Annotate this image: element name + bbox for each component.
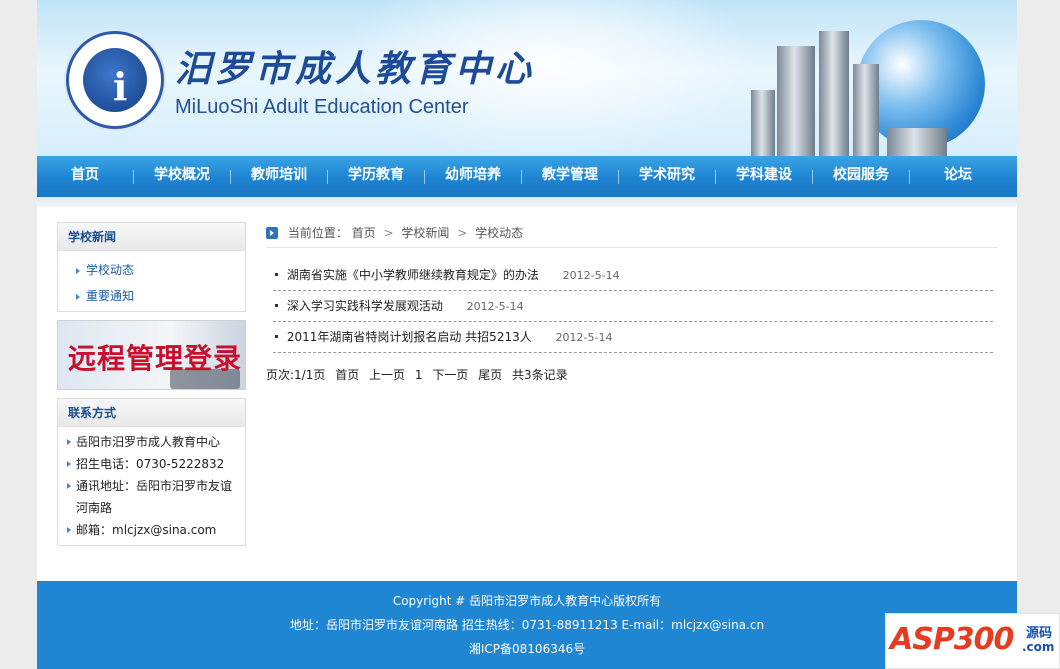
sidebar-news-title: 学校新闻: [58, 223, 245, 251]
pager-last[interactable]: 尾页: [478, 368, 502, 382]
breadcrumb-prefix: 当前位置：: [287, 226, 348, 240]
footer-address: 地址：岳阳市汨罗市友谊河南路 招生热线：0731-88911213 E-mail…: [289, 618, 765, 632]
bullet-icon: [275, 273, 278, 276]
pager-current[interactable]: 1: [415, 368, 423, 382]
nav-item-discipline[interactable]: 学科建设: [716, 156, 812, 197]
building: [819, 31, 849, 156]
watermark-suffix: 源码: [1026, 626, 1053, 641]
pager-prev[interactable]: 上一页: [369, 368, 405, 382]
remote-login-banner[interactable]: 远程管理登录: [57, 320, 246, 390]
contact-email: 邮箱：mlcjzx@sina.com: [58, 519, 241, 541]
watermark-brand: ASP300: [890, 622, 1014, 657]
pager-total: 共3条记录: [512, 368, 568, 382]
logo-glyph: i: [113, 64, 128, 109]
building: [853, 64, 879, 156]
contact-address: 通讯地址：岳阳市汨罗市友谊河南路: [58, 475, 241, 519]
nav-shadow-bar: [37, 197, 1017, 207]
building: [751, 90, 775, 156]
nav-item-teacher-training[interactable]: 教师培训: [231, 156, 327, 197]
nav-item-campus-service[interactable]: 校园服务: [813, 156, 909, 197]
nav-item-forum[interactable]: 论坛: [910, 156, 1006, 197]
city-skyline-image: [737, 20, 1017, 156]
sidebar-news-list: 学校动态 重要通知: [58, 251, 245, 309]
pager-first[interactable]: 首页: [335, 368, 359, 382]
building: [777, 46, 815, 156]
page-footer: Copyright # 岳阳市汨罗市成人教育中心版权所有 地址：岳阳市汨罗市友谊…: [37, 581, 1017, 669]
footer-icp[interactable]: 湘ICP备08106346号: [37, 637, 1017, 661]
news-title-link[interactable]: 2011年湖南省特岗计划报名启动 共招5213人: [287, 330, 532, 344]
news-title-link[interactable]: 湖南省实施《中小学教师继续教育规定》的办法: [287, 268, 539, 282]
news-date: 2012-5-14: [555, 331, 613, 344]
news-list: 湖南省实施《中小学教师继续教育规定》的办法 2012-5-14 深入学习实践科学…: [273, 260, 993, 353]
remote-login-text: 远程管理登录: [68, 342, 243, 375]
bullet-icon: [275, 335, 278, 338]
sidebar-item-notices[interactable]: 重要通知: [58, 283, 245, 309]
site-title: 汨罗市成人教育中心: [175, 48, 536, 90]
header-banner: i 汨罗市成人教育中心 MiLuoShi Adult Education Cen…: [37, 0, 1017, 156]
arrow-right-icon: [266, 227, 278, 239]
sidebar-news-box: 学校新闻 学校动态 重要通知: [57, 222, 246, 312]
breadcrumb-item-home[interactable]: 首页: [352, 226, 376, 240]
main-nav: 首页 学校概况 教师培训 学历教育 幼师培养 教学管理 学术研究 学科建设 校园…: [37, 156, 1017, 197]
pager-next[interactable]: 下一页: [432, 368, 468, 382]
page-container: i 汨罗市成人教育中心 MiLuoShi Adult Education Cen…: [37, 0, 1017, 669]
sidebar-contact-box: 联系方式 岳阳市汨罗市成人教育中心 招生电话：0730-5222832 通讯地址…: [57, 398, 246, 546]
asp300-watermark: ASP300 源码 .com: [885, 613, 1060, 669]
nav-item-about[interactable]: 学校概况: [134, 156, 230, 197]
breadcrumb: 当前位置： 首页 > 学校新闻 > 学校动态: [266, 222, 998, 248]
nav-item-research[interactable]: 学术研究: [619, 156, 715, 197]
breadcrumb-separator: >: [383, 226, 394, 240]
breadcrumb-item-news[interactable]: 学校新闻: [401, 226, 449, 240]
nav-item-teaching-management[interactable]: 教学管理: [522, 156, 618, 197]
contact-title: 联系方式: [58, 399, 245, 427]
nav-item-degree-education[interactable]: 学历教育: [328, 156, 424, 197]
watermark-domain: .com: [1022, 640, 1055, 654]
news-date: 2012-5-14: [466, 300, 524, 313]
footer-copyright: Copyright # 岳阳市汨罗市成人教育中心版权所有: [392, 594, 662, 608]
pagination: 页次:1/1页 首页 上一页 1 下一页 尾页 共3条记录: [266, 366, 574, 383]
breadcrumb-separator: >: [457, 226, 468, 240]
logo-emblem: i: [83, 48, 147, 112]
contact-org: 岳阳市汨罗市成人教育中心: [58, 431, 241, 453]
nav-item-home[interactable]: 首页: [37, 156, 133, 197]
nav-item-preschool[interactable]: 幼师培养: [425, 156, 521, 197]
contact-phone: 招生电话：0730-5222832: [58, 453, 241, 475]
news-row: 湖南省实施《中小学教师继续教育规定》的办法 2012-5-14: [273, 260, 993, 291]
school-logo: i: [66, 31, 164, 129]
news-row: 2011年湖南省特岗计划报名启动 共招5213人 2012-5-14: [273, 322, 993, 353]
breadcrumb-item-current[interactable]: 学校动态: [475, 226, 523, 240]
sidebar-item-school-news[interactable]: 学校动态: [58, 257, 245, 283]
bullet-icon: [275, 304, 278, 307]
contact-list: 岳阳市汨罗市成人教育中心 招生电话：0730-5222832 通讯地址：岳阳市汨…: [58, 427, 245, 541]
news-title-link[interactable]: 深入学习实践科学发展观活动: [287, 299, 443, 313]
pager-info: 页次:1/1页: [266, 368, 326, 382]
news-date: 2012-5-14: [562, 269, 620, 282]
building: [887, 128, 947, 156]
news-row: 深入学习实践科学发展观活动 2012-5-14: [273, 291, 993, 322]
site-subtitle: MiLuoShi Adult Education Center: [175, 96, 469, 118]
